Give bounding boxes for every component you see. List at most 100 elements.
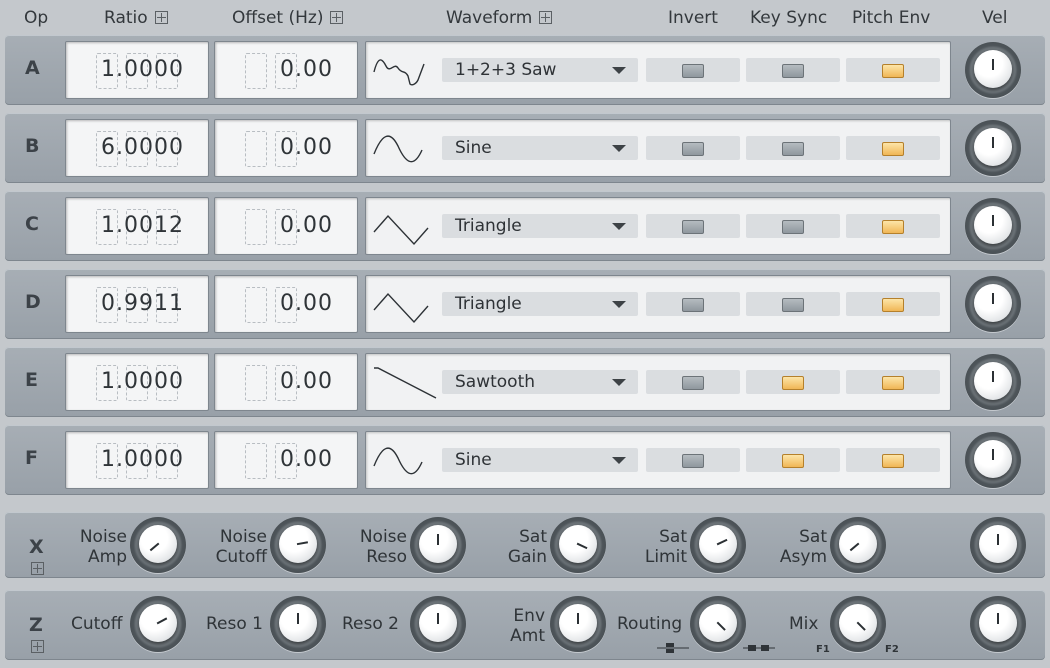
ratio-field[interactable]: 1.0000 (65, 353, 209, 411)
velocity-knob[interactable] (965, 276, 1021, 332)
invert-led-icon (682, 454, 704, 468)
offset-field[interactable]: 0.00 (214, 197, 358, 255)
pitch-env-toggle[interactable] (846, 292, 940, 316)
cutoff-knob[interactable] (130, 596, 186, 652)
expand-icon[interactable] (154, 11, 168, 24)
key-sync-toggle[interactable] (746, 292, 840, 316)
key-sync-toggle[interactable] (746, 136, 840, 160)
header-offset[interactable]: Offset (Hz) (232, 8, 344, 28)
invert-toggle[interactable] (646, 292, 740, 316)
noise-reso-label-line1: Noise (359, 527, 407, 547)
mix-label: Mix (789, 614, 819, 634)
offset-field[interactable]: 0.00 (214, 119, 358, 177)
pitch-env-toggle[interactable] (846, 370, 940, 394)
ratio-field[interactable]: 1.0012 (65, 197, 209, 255)
env-amt-knob[interactable] (550, 596, 606, 652)
velocity-knob[interactable] (965, 354, 1021, 410)
waveform-dropdown[interactable]: Triangle (442, 214, 638, 238)
routing-serial-icon (657, 643, 689, 653)
pitch-env-toggle[interactable] (846, 448, 940, 472)
chevron-down-icon (612, 457, 626, 464)
mix-knob[interactable] (830, 596, 886, 652)
reso1-knob[interactable] (270, 596, 326, 652)
sine-wave-icon (373, 447, 423, 475)
ratio-field[interactable]: 0.9911 (65, 275, 209, 333)
invert-toggle[interactable] (646, 370, 740, 394)
noise-cutoff-knob[interactable] (270, 517, 326, 573)
x-vel-knob[interactable] (970, 517, 1026, 573)
waveform-value: Triangle (455, 294, 522, 314)
header-waveform[interactable]: Waveform (446, 8, 553, 28)
noise-reso-knob[interactable] (410, 517, 466, 573)
triangle-wave-icon (373, 214, 429, 246)
invert-toggle[interactable] (646, 136, 740, 160)
header-invert: Invert (668, 8, 718, 28)
sawtooth-wave-icon (374, 367, 437, 399)
operator-label: E (25, 369, 38, 391)
key-sync-toggle[interactable] (746, 448, 840, 472)
header-ratio-label: Ratio (104, 8, 148, 28)
ratio-field[interactable]: 1.0000 (65, 41, 209, 99)
pitch-env-led-icon (882, 454, 904, 468)
ratio-field[interactable]: 1.0000 (65, 431, 209, 489)
pitch-env-led-icon (882, 376, 904, 390)
noise-amp-knob[interactable] (130, 517, 186, 573)
sine-wave-icon (373, 135, 423, 163)
routing-knob[interactable] (690, 596, 746, 652)
digit-segment (245, 53, 267, 89)
reso2-knob[interactable] (410, 596, 466, 652)
pitch-env-led-icon (882, 64, 904, 78)
invert-toggle[interactable] (646, 58, 740, 82)
knob-pointer (716, 621, 726, 631)
waveform-panel: 1+2+3 Saw (365, 41, 951, 99)
knob-pointer (992, 137, 994, 148)
ratio-value: 0.9911 (101, 291, 184, 316)
offset-field[interactable]: 0.00 (214, 431, 358, 489)
offset-field[interactable]: 0.00 (214, 353, 358, 411)
key-sync-toggle[interactable] (746, 58, 840, 82)
velocity-knob[interactable] (965, 432, 1021, 488)
waveform-dropdown[interactable]: Sine (442, 448, 638, 472)
offset-field[interactable]: 0.00 (214, 41, 358, 99)
operator-row: A 1.0000 0.00 1+2+3 Saw (5, 35, 1045, 105)
operator-row: E 1.0000 0.00 Sawtooth (5, 347, 1045, 417)
z-vel-knob[interactable] (970, 596, 1026, 652)
ratio-field[interactable]: 6.0000 (65, 119, 209, 177)
expand-icon[interactable] (31, 562, 44, 575)
ratio-value: 1.0000 (101, 57, 184, 82)
noise-cutoff-label: Noise Cutoff (205, 527, 267, 567)
expand-icon[interactable] (330, 11, 344, 24)
velocity-knob[interactable] (965, 198, 1021, 254)
waveform-dropdown[interactable]: Triangle (442, 292, 638, 316)
knob-cap (139, 604, 177, 642)
expand-icon[interactable] (31, 640, 44, 653)
key-sync-led-icon (782, 142, 804, 156)
key-sync-toggle[interactable] (746, 370, 840, 394)
reso1-label: Reso 1 (206, 614, 263, 634)
sat-gain-knob[interactable] (550, 517, 606, 573)
header-pitch-env: Pitch Env (852, 8, 931, 28)
invert-toggle[interactable] (646, 448, 740, 472)
knob-pointer (849, 542, 860, 552)
z-section: Z Cutoff Reso 1 Reso 2 Env Amt Routing Mi… (5, 590, 1045, 660)
pitch-env-toggle[interactable] (846, 214, 940, 238)
pitch-env-toggle[interactable] (846, 58, 940, 82)
sat-asym-knob[interactable] (830, 517, 886, 573)
key-sync-toggle[interactable] (746, 214, 840, 238)
waveform-dropdown[interactable]: Sawtooth (442, 370, 638, 394)
knob-pointer (997, 613, 999, 624)
offset-value: 0.00 (280, 291, 333, 316)
velocity-knob[interactable] (965, 42, 1021, 98)
routing-parallel-icon (743, 645, 775, 651)
invert-toggle[interactable] (646, 214, 740, 238)
knob-cap (699, 525, 737, 563)
header-ratio[interactable]: Ratio (104, 8, 168, 28)
offset-field[interactable]: 0.00 (214, 275, 358, 333)
expand-icon[interactable] (539, 11, 553, 24)
velocity-knob[interactable] (965, 120, 1021, 176)
pitch-env-toggle[interactable] (846, 136, 940, 160)
knob-cap (839, 525, 877, 563)
waveform-dropdown[interactable]: Sine (442, 136, 638, 160)
waveform-dropdown[interactable]: 1+2+3 Saw (442, 58, 638, 82)
sat-limit-knob[interactable] (690, 517, 746, 573)
